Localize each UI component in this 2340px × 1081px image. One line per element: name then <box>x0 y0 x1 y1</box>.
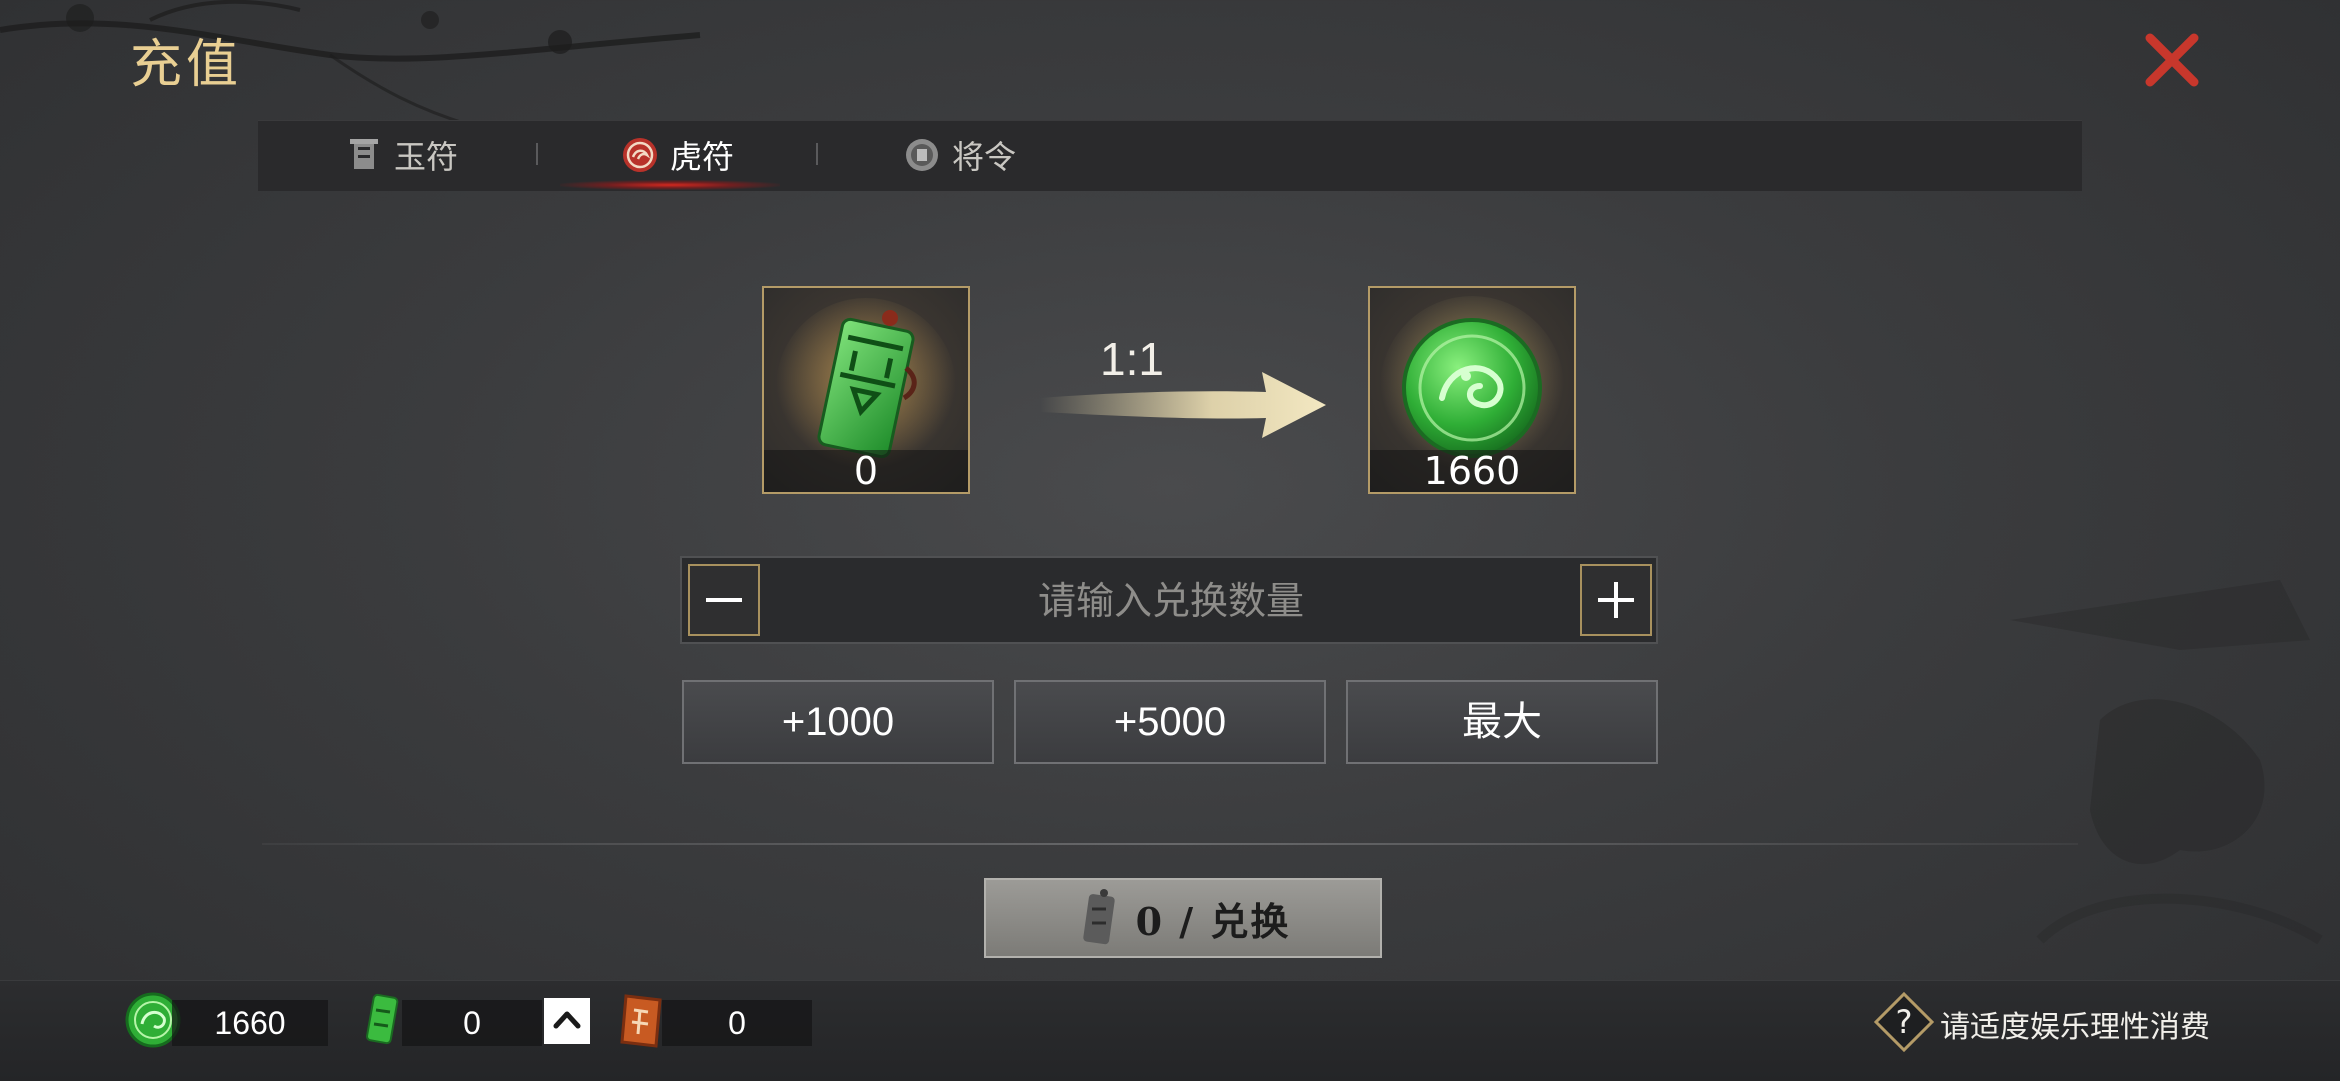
general-seal-amount: 0 <box>662 1000 812 1046</box>
quantity-input[interactable] <box>772 564 1570 638</box>
ink-horse-decoration <box>2010 580 2323 945</box>
tiger-tally-icon <box>623 138 657 172</box>
jade-tally-icon <box>350 139 378 169</box>
add-5000-button[interactable]: +5000 <box>1014 680 1326 764</box>
ink-branch-decoration <box>0 0 701 127</box>
increase-button[interactable] <box>1580 564 1652 636</box>
general-order-icon <box>906 139 938 171</box>
tab-separator <box>816 143 818 165</box>
tab-bar <box>258 120 2082 191</box>
active-tab-indicator <box>560 180 780 190</box>
expand-button[interactable] <box>544 998 590 1044</box>
tab-label: 玉符 <box>394 138 459 176</box>
plus-icon <box>1598 582 1634 618</box>
decrease-button[interactable] <box>688 564 760 636</box>
page-title: 充值 <box>130 35 243 95</box>
exchange-button[interactable]: 0 / 兑换 <box>984 878 1382 958</box>
tab-label: 将令 <box>952 138 1017 176</box>
target-item-count: 1660 <box>1370 450 1574 492</box>
chevron-up-icon <box>553 1011 581 1029</box>
exchange-label: 0 / 兑换 <box>1135 898 1291 944</box>
notice-text: 请适度娱乐理性消费 <box>1940 1010 2210 1045</box>
svg-text:?: ? <box>1896 1003 1913 1041</box>
divider <box>262 843 2078 845</box>
close-icon[interactable] <box>2140 28 2204 92</box>
tab-separator <box>536 143 538 165</box>
help-icon[interactable]: ? <box>1872 990 1936 1054</box>
arrow-right-icon <box>1040 372 1326 438</box>
jade-coin-amount: 1660 <box>172 1000 328 1046</box>
tab-jade-tally[interactable]: 玉符 <box>346 120 458 190</box>
minus-icon <box>706 598 742 602</box>
source-item-count: 0 <box>764 450 968 492</box>
tab-general-order[interactable]: 将令 <box>904 120 1016 190</box>
max-button[interactable]: 最大 <box>1346 680 1658 764</box>
add-1000-button[interactable]: +1000 <box>682 680 994 764</box>
target-item-slot: 1660 <box>1368 286 1576 494</box>
tab-label: 虎符 <box>670 138 735 176</box>
jade-tally-icon <box>1082 889 1115 945</box>
green-tally-amount: 0 <box>402 1000 542 1046</box>
source-item-slot: 0 <box>762 286 970 494</box>
quantity-stepper <box>680 556 1658 644</box>
